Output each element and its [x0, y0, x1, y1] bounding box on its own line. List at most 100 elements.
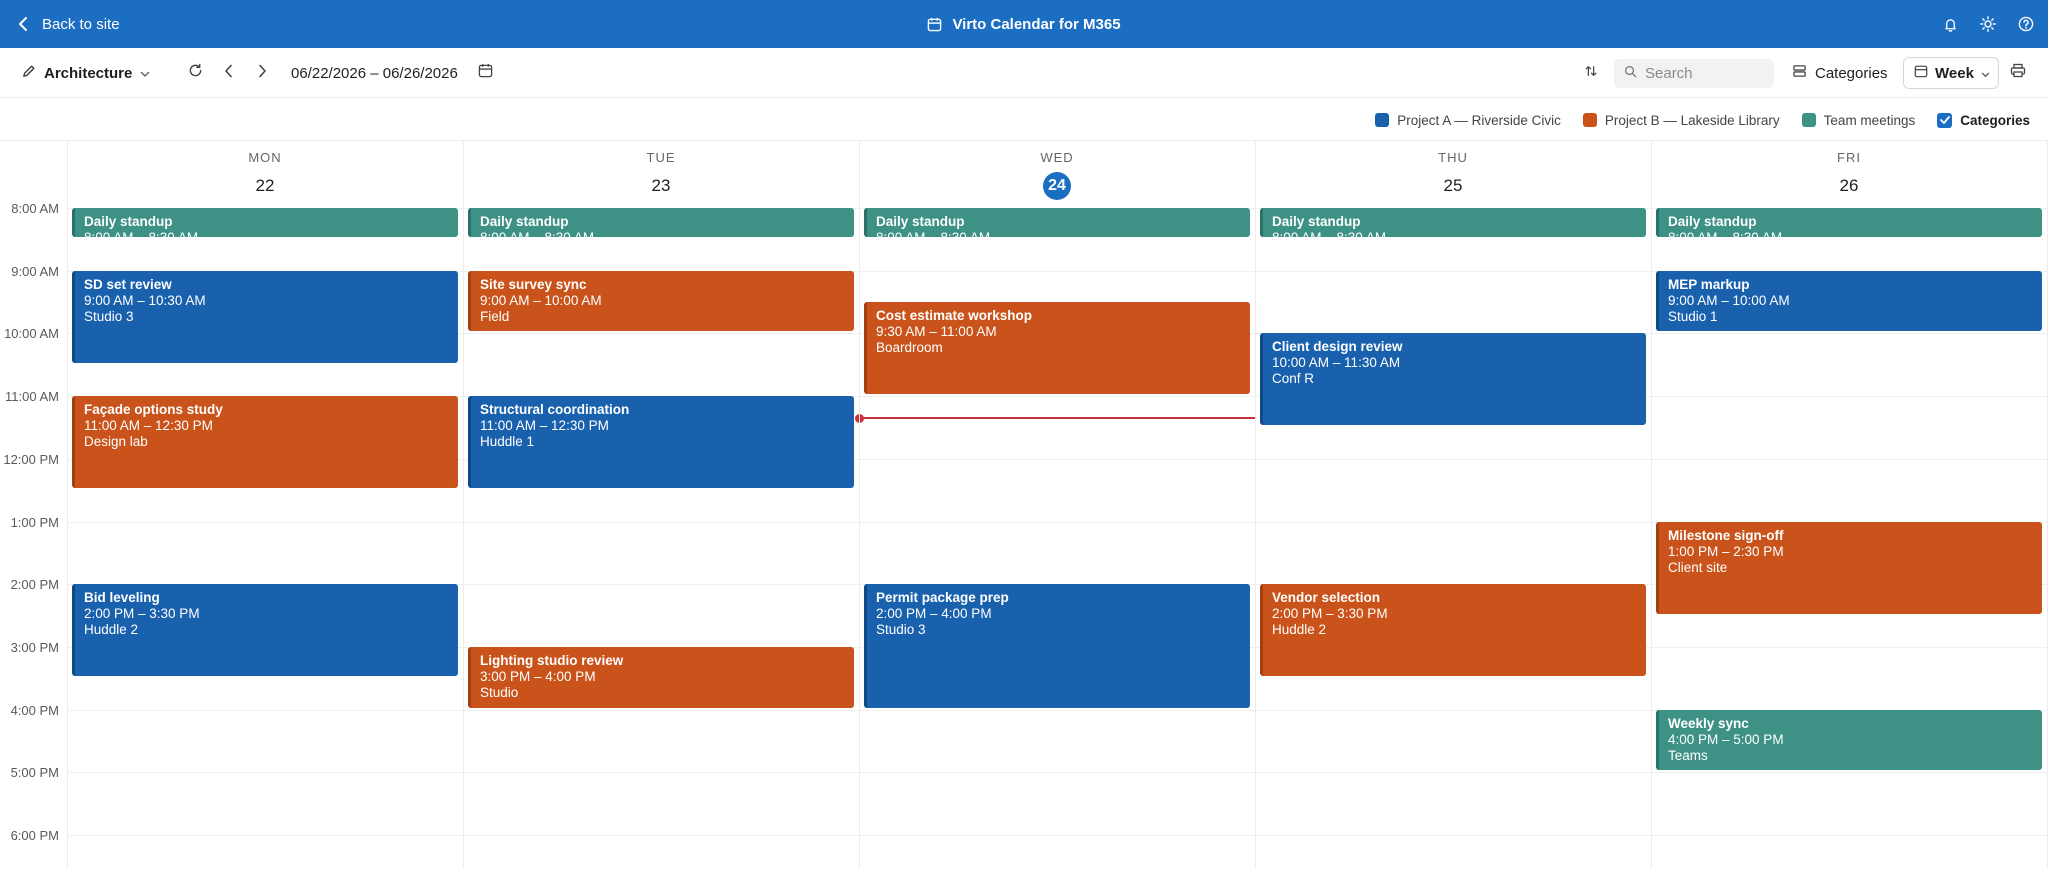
event-title: Permit package prep [876, 590, 1009, 606]
day-column-divider [67, 141, 68, 869]
calendar-event[interactable]: Weekly sync 4:00 PM – 5:00 PM Teams [1656, 709, 2042, 771]
app-title: Virto Calendar for M365 [0, 0, 2048, 48]
day-header-fri[interactable]: FRI 26 [1651, 141, 2047, 204]
calendar-event[interactable]: Daily standup8:00 AM – 8:30 AM [1260, 208, 1646, 238]
hour-label: 12:00 PM [3, 451, 59, 467]
legend-swatch [1801, 113, 1816, 127]
event-location: Studio 3 [876, 622, 926, 638]
legend-swatch [1582, 113, 1597, 127]
hour-label: 1:00 PM [10, 514, 59, 530]
day-column-divider [859, 141, 860, 869]
event-time: 11:00 AM – 12:30 PM [84, 418, 213, 434]
printer-icon [2010, 63, 2026, 83]
category-legend: Project A — Riverside Civic Project B — … [1375, 109, 2030, 131]
event-title: SD set review [84, 276, 172, 292]
day-of-week: THU [1438, 150, 1468, 165]
legend-item-project-b[interactable]: Project B — Lakeside Library [1582, 113, 1780, 128]
sort-button[interactable] [1584, 48, 1598, 98]
day-header-thu[interactable]: THU 25 [1255, 141, 1651, 204]
day-number-text: 26 [1839, 176, 1859, 195]
calendar-event[interactable]: MEP markup 9:00 AM – 10:00 AM Studio 1 [1656, 270, 2042, 332]
event-time: 8:00 AM – 8:30 AM [480, 230, 845, 237]
calendar-event[interactable]: SD set review 9:00 AM – 10:30 AM Studio 3 [72, 270, 458, 363]
event-title: MEP markup [1668, 276, 1750, 292]
event-time: 9:00 AM – 10:00 AM [1668, 292, 1790, 308]
calendar-event[interactable]: Structural coordination 11:00 AM – 12:30 … [468, 396, 854, 489]
day-number-text: 25 [1443, 176, 1463, 195]
calendar-event[interactable]: Daily standup8:00 AM – 8:30 AM [1656, 208, 2042, 238]
search-box [1614, 59, 1774, 88]
hour-gridline [67, 772, 2048, 774]
sort-arrows-icon [1584, 64, 1598, 83]
event-title: Daily standup [1668, 214, 1757, 229]
search-icon [1624, 65, 1637, 83]
event-time: 2:00 PM – 4:00 PM [876, 606, 992, 622]
day-of-week: TUE [646, 150, 676, 165]
calendar-event[interactable]: Milestone sign-off 1:00 PM – 2:30 PM Clien… [1656, 521, 2042, 614]
day-header-wed[interactable]: WED 24 [859, 141, 1255, 204]
hour-label: 11:00 AM [5, 389, 59, 405]
calendar-event[interactable]: Bid leveling 2:00 PM – 3:30 PM Huddle 2 [72, 584, 458, 677]
chevron-down-icon [1981, 65, 1990, 82]
pencil-icon [22, 64, 36, 82]
search-input[interactable] [1645, 65, 1765, 82]
bell-icon[interactable] [1943, 17, 1958, 32]
event-location: Field [480, 308, 510, 324]
event-location: Studio 1 [1668, 308, 1718, 324]
calendar-event[interactable]: Client design review 10:00 AM – 11:30 AM C… [1260, 333, 1646, 426]
day-number: 26 [1651, 173, 2047, 199]
today-badge: 24 [1043, 172, 1071, 200]
help-icon[interactable] [2018, 16, 2034, 32]
event-title: Façade options study [84, 402, 223, 418]
calendar-event[interactable]: Daily standup8:00 AM – 8:30 AM [864, 208, 1250, 238]
legend-item-team-meetings[interactable]: Team meetings [1801, 112, 1916, 128]
calendar-event[interactable]: Permit package prep 2:00 PM – 4:00 PM Stud… [864, 584, 1250, 708]
back-to-site-label: Back to site [42, 15, 120, 33]
refresh-button[interactable] [188, 48, 203, 98]
event-location: Design lab [84, 434, 148, 450]
hour-label: 10:00 AM [4, 326, 59, 342]
event-title: Daily standup [84, 214, 173, 229]
view-selector[interactable]: Architecture [22, 48, 150, 98]
chevron-left-icon [18, 17, 28, 31]
legend-label: Team meetings [1823, 112, 1916, 128]
next-week-button[interactable] [258, 48, 267, 98]
event-location: Studio [480, 684, 519, 700]
event-time: 1:00 PM – 2:30 PM [1668, 543, 1784, 559]
print-button[interactable] [2010, 48, 2026, 98]
day-header-mon[interactable]: MON 22 [67, 141, 463, 204]
event-location: Studio 3 [84, 308, 134, 324]
calendar-event[interactable]: Daily standup8:00 AM – 8:30 AM [72, 208, 458, 238]
day-header-tue[interactable]: TUE 23 [463, 141, 859, 204]
legend-label: Project A — Riverside Civic [1397, 112, 1561, 128]
refresh-icon [188, 63, 203, 83]
sun-icon[interactable] [1980, 16, 1996, 32]
categories-button[interactable]: Categories [1792, 48, 1888, 98]
calendar-event[interactable]: Daily standup8:00 AM – 8:30 AM [468, 208, 854, 238]
categories-toggle[interactable]: Categories [1937, 112, 2030, 128]
previous-week-button[interactable] [224, 48, 233, 98]
day-number: 22 [67, 173, 463, 199]
event-time: 4:00 PM – 5:00 PM [1668, 731, 1784, 747]
event-title: Daily standup [480, 214, 569, 229]
categories-label: Categories [1815, 64, 1888, 82]
date-picker-button[interactable] [478, 48, 493, 98]
week-view-select[interactable]: Week [1903, 57, 1999, 89]
week-time-grid: 8:00 AM 9:00 AM 10:00 AM 11:00 AM 12:00 PM 1:… [0, 204, 2048, 868]
day-of-week: FRI [1837, 150, 1861, 165]
legend-swatch [1375, 113, 1390, 127]
back-to-site-link[interactable]: Back to site [18, 0, 120, 48]
hour-label: 9:00 AM [11, 263, 59, 279]
calendar-event[interactable]: Cost estimate workshop 9:30 AM – 11:00 AM… [864, 302, 1250, 395]
day-column-divider [1651, 141, 1652, 869]
calendar-event[interactable]: Vendor selection 2:00 PM – 3:30 PM Huddle … [1260, 584, 1646, 677]
event-time: 9:00 AM – 10:00 AM [480, 292, 602, 308]
calendar-event[interactable]: Lighting studio review 3:00 PM – 4:00 PM S… [468, 646, 854, 708]
calendar-event[interactable]: Site survey sync 9:00 AM – 10:00 AM Field [468, 270, 854, 332]
event-title: Client design review [1272, 339, 1403, 355]
event-location: Boardroom [876, 340, 943, 356]
hour-label: 3:00 PM [10, 639, 59, 655]
legend-item-project-a[interactable]: Project A — Riverside Civic [1375, 113, 1561, 128]
calendar-event[interactable]: Façade options study 11:00 AM – 12:30 PM D… [72, 396, 458, 489]
checkbox-checked-icon [1937, 112, 1953, 128]
